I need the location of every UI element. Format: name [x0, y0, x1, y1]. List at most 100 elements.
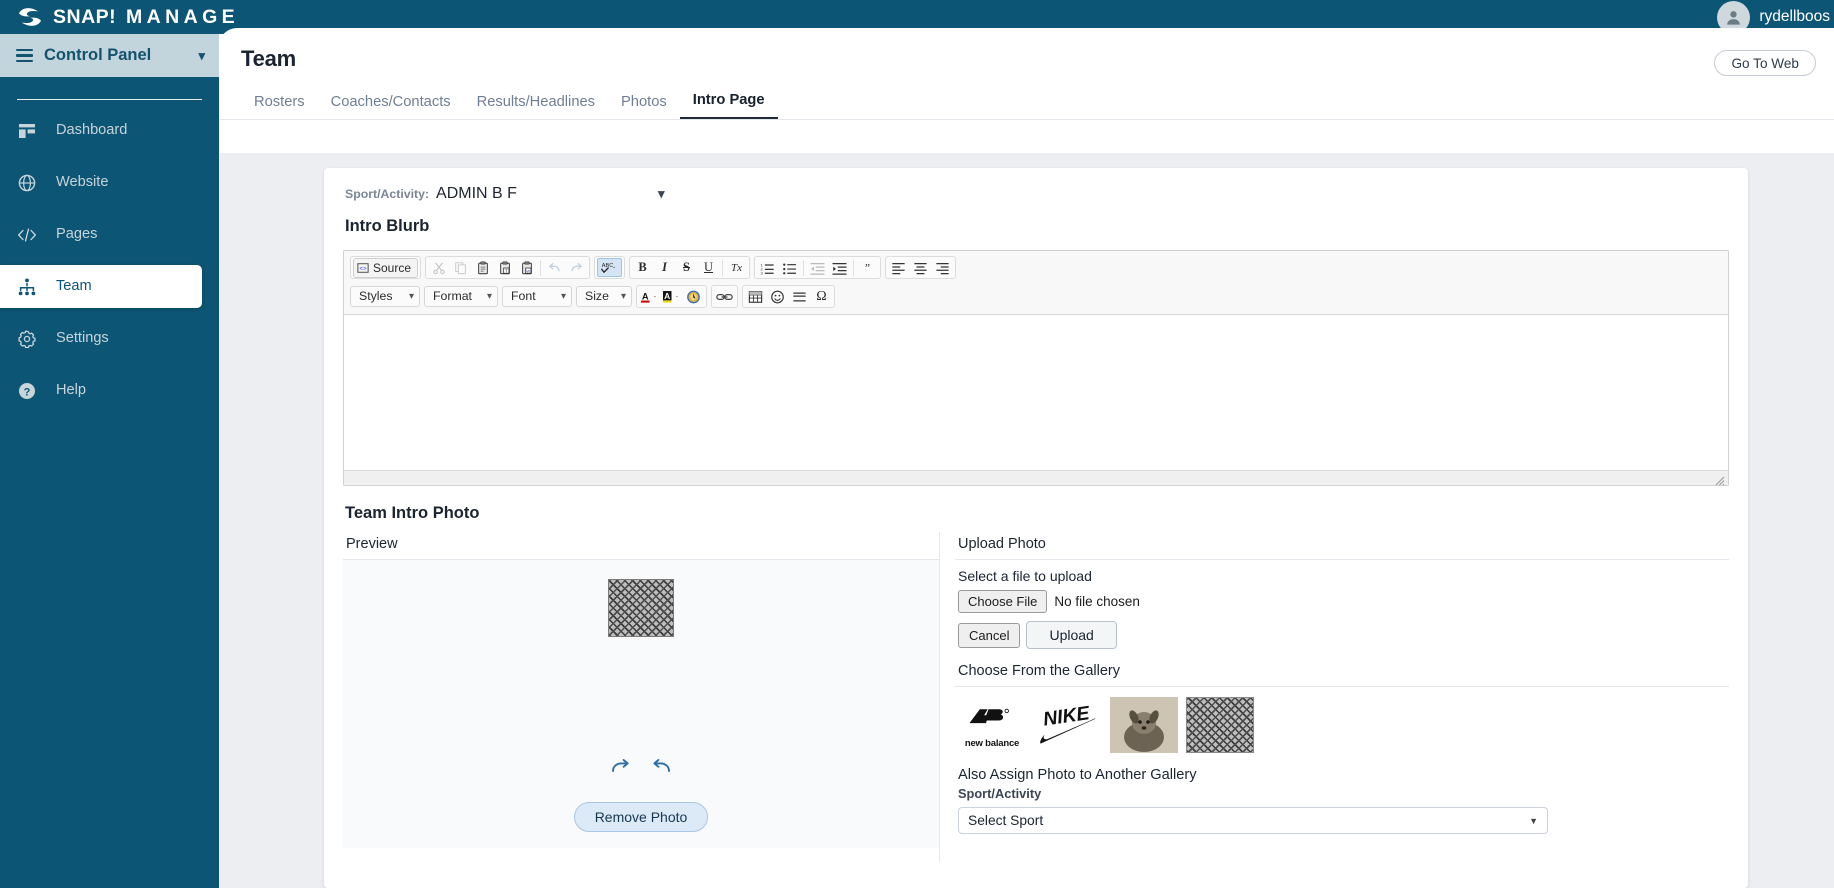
format-dropdown-label: Format: [433, 289, 472, 304]
chevron-down-icon[interactable]: ▾: [658, 186, 665, 202]
align-left-icon: [891, 261, 906, 275]
tab-rosters[interactable]: Rosters: [241, 88, 318, 119]
undo-button[interactable]: [544, 258, 565, 277]
link-icon: [716, 290, 733, 304]
redo-button[interactable]: [566, 258, 587, 277]
clipboard-text-icon: T: [498, 261, 512, 275]
svg-text:A: A: [642, 291, 649, 301]
svg-text:”: ”: [865, 262, 870, 274]
tab-coaches-contacts[interactable]: Coaches/Contacts: [318, 88, 464, 119]
editor-content-area[interactable]: [344, 315, 1728, 470]
link-button[interactable]: [714, 287, 735, 306]
svg-text:-: -: [613, 264, 615, 271]
blockquote-button[interactable]: ”: [857, 258, 878, 277]
smiley-button[interactable]: [767, 287, 788, 306]
gallery-item-new-balance[interactable]: new balance: [958, 697, 1026, 753]
sidebar-item-settings[interactable]: Settings: [0, 317, 202, 360]
sidebar-item-dashboard[interactable]: Dashboard: [0, 109, 202, 152]
table-button[interactable]: [745, 287, 766, 306]
rotate-controls: [609, 756, 673, 778]
gallery-item-pattern[interactable]: [1186, 697, 1254, 753]
tab-photos[interactable]: Photos: [608, 88, 680, 119]
gallery-item-dog-photo[interactable]: [1110, 697, 1178, 753]
remove-photo-button[interactable]: Remove Photo: [573, 802, 709, 832]
svg-text:-: -: [676, 293, 678, 300]
toolbar-group-colors: A- A-: [636, 285, 707, 308]
text-color-button[interactable]: A-: [639, 287, 660, 306]
code-icon: [16, 224, 38, 246]
align-left-button[interactable]: [888, 258, 909, 277]
upload-column: Upload Photo Select a file to upload Cho…: [940, 532, 1729, 862]
select-sport-dropdown[interactable]: Select Sport ▼: [958, 807, 1548, 834]
sidebar-item-help[interactable]: ? Help: [0, 369, 202, 412]
toolbar-separator: [540, 259, 542, 276]
special-character-button[interactable]: Ω: [811, 287, 832, 306]
tab-intro-page[interactable]: Intro Page: [679, 86, 778, 119]
strikethrough-button[interactable]: S: [676, 258, 697, 277]
format-dropdown[interactable]: Format ▾: [424, 286, 498, 307]
paste-button[interactable]: [472, 258, 493, 277]
background-color-button[interactable]: A-: [661, 287, 682, 306]
align-right-icon: [935, 261, 950, 275]
tab-results-headlines[interactable]: Results/Headlines: [464, 88, 608, 119]
svg-text:?: ?: [24, 386, 31, 398]
chevron-down-icon[interactable]: ▾: [198, 49, 205, 62]
align-right-button[interactable]: [932, 258, 953, 277]
upload-button[interactable]: Upload: [1026, 621, 1117, 649]
clipboard-word-icon: W: [520, 261, 534, 275]
font-dropdown[interactable]: Font ▾: [502, 286, 572, 307]
gallery-item-nike[interactable]: NIKE: [1034, 697, 1102, 753]
sidebar-divider: [17, 99, 202, 100]
control-panel-header[interactable]: Control Panel ▾: [0, 34, 219, 77]
toolbar-group-document: <> Source: [350, 256, 422, 279]
dog-photo-icon: [1110, 697, 1178, 753]
svg-text:-: -: [654, 293, 656, 300]
styles-dropdown[interactable]: Styles ▾: [350, 286, 420, 307]
size-dropdown[interactable]: Size ▾: [576, 286, 632, 307]
numbered-list-button[interactable]: 123: [757, 258, 778, 277]
globe-icon: [16, 172, 38, 194]
toolbar-group-links: [711, 285, 738, 308]
sidebar-item-label: Settings: [56, 330, 109, 347]
sport-activity-selector[interactable]: Sport/Activity: ADMIN B F ▾: [324, 180, 1748, 203]
align-center-button[interactable]: [910, 258, 931, 277]
editor-toolbar-row-1: <> Source T W ABC - B I S U Tx 1 2 3 ”: [348, 255, 1724, 280]
hamburger-icon[interactable]: [16, 49, 33, 62]
main-header: Team Go To Web Rosters Coaches/Contacts …: [219, 28, 1834, 119]
italic-button[interactable]: I: [654, 258, 675, 277]
paste-text-button[interactable]: T: [494, 258, 515, 277]
assign-gallery-title: Also Assign Photo to Another Gallery: [958, 767, 1197, 783]
cancel-button[interactable]: Cancel: [958, 622, 1021, 648]
bulleted-list-button[interactable]: [779, 258, 800, 277]
indent-button[interactable]: [829, 258, 850, 277]
brand[interactable]: SNAP! MANAGE: [0, 6, 239, 29]
choose-file-button[interactable]: Choose File: [958, 590, 1048, 613]
remove-format-button[interactable]: Tx: [726, 258, 747, 277]
sidebar-item-website[interactable]: Website: [0, 161, 202, 204]
paste-word-button[interactable]: W: [516, 258, 537, 277]
rotate-right-icon[interactable]: [609, 756, 631, 778]
go-to-web-button[interactable]: Go To Web: [1714, 50, 1816, 76]
outdent-button[interactable]: [807, 258, 828, 277]
tab-bar-divider: [219, 119, 1834, 120]
toolbar-group-insert: Ω: [742, 285, 835, 308]
source-button[interactable]: <> Source: [353, 257, 419, 278]
cut-button[interactable]: [428, 258, 449, 277]
preview-area: Remove Photo: [343, 560, 939, 848]
sidebar-item-pages[interactable]: Pages: [0, 213, 202, 256]
sidebar-item-team[interactable]: Team: [0, 265, 202, 308]
toolbar-group-align: [885, 256, 957, 279]
maximize-button[interactable]: [683, 287, 704, 306]
spellcheck-button[interactable]: ABC -: [597, 258, 623, 277]
resize-grip-icon[interactable]: [1714, 473, 1725, 486]
editor-toolbar-row-2: Styles ▾ Format ▾ Font ▾ Size ▾ A - A - …: [348, 284, 1724, 309]
underline-button[interactable]: U: [698, 258, 719, 277]
toolbar-group-clipboard: T W: [425, 256, 591, 279]
sidebar-item-label: Help: [56, 382, 87, 399]
copy-button[interactable]: [450, 258, 471, 277]
sidebar-item-label: Website: [56, 174, 109, 191]
rotate-left-icon[interactable]: [651, 756, 673, 778]
horizontal-rule-button[interactable]: [789, 287, 810, 306]
bold-button[interactable]: B: [632, 258, 653, 277]
table-icon: [748, 290, 763, 304]
